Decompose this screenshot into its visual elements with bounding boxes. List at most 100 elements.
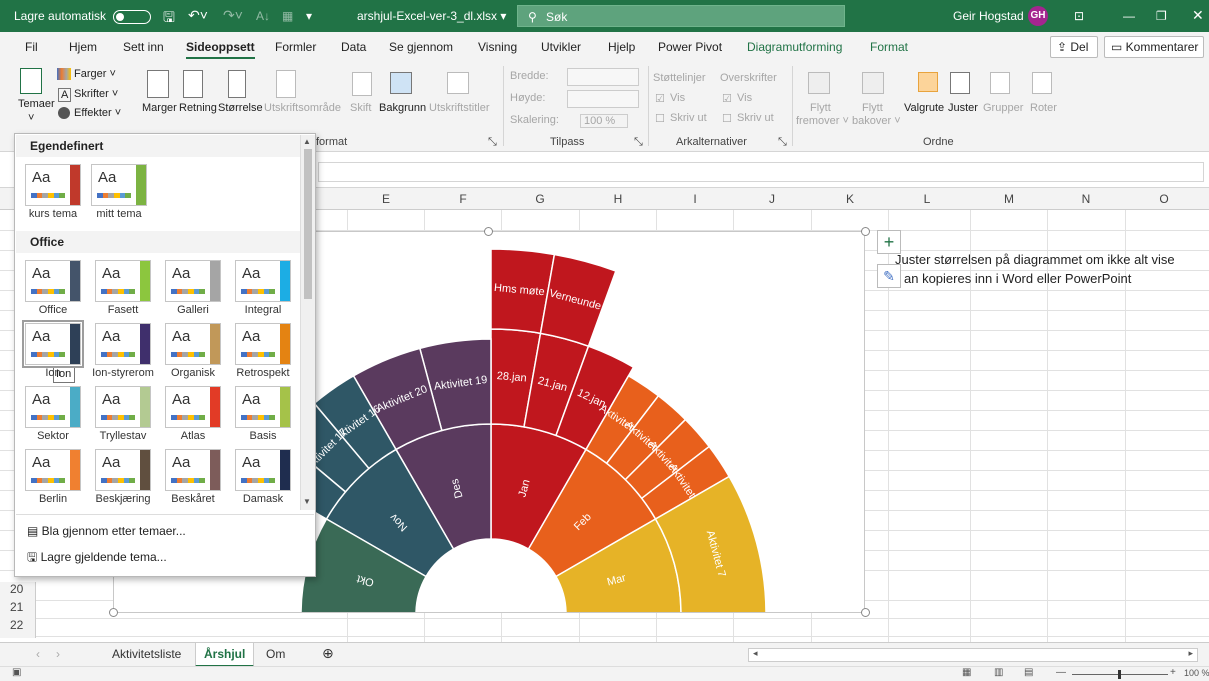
margins-button[interactable]: Marger (142, 102, 177, 114)
autosave-toggle[interactable] (113, 10, 151, 24)
theme-thumbnail[interactable]: Aa (25, 260, 81, 302)
tab-formler[interactable]: Formler (275, 40, 316, 54)
sort-icon[interactable]: A↓ (256, 9, 270, 23)
headings-view-checkbox[interactable]: ☑ (722, 92, 732, 105)
resize-handle[interactable] (861, 608, 870, 617)
width-dropdown[interactable] (567, 68, 639, 86)
tab-power-pivot[interactable]: Power Pivot (658, 40, 722, 54)
background-button[interactable]: Bakgrunn (379, 102, 426, 114)
tab-visning[interactable]: Visning (478, 40, 517, 54)
scroll-up-icon[interactable]: ▲ (303, 137, 311, 146)
column-header[interactable]: N (1076, 192, 1096, 206)
tab-sideoppsett[interactable]: Sideoppsett (186, 40, 255, 59)
theme-thumbnail[interactable]: Aa (165, 323, 221, 365)
sheet-tab[interactable]: Aktivitetsliste (112, 647, 181, 661)
theme-thumbnail[interactable]: Aa (95, 260, 151, 302)
tab-se-gjennom[interactable]: Se gjennom (389, 40, 453, 54)
resize-handle[interactable] (109, 608, 118, 617)
headings-print-checkbox[interactable]: ☐ (722, 112, 732, 125)
search-box[interactable]: ⚲ Søk (517, 5, 845, 27)
selection-pane-button[interactable]: Valgrute (904, 102, 944, 114)
sheet-tab-active[interactable]: Årshjul (195, 643, 255, 667)
tab-utvikler[interactable]: Utvikler (541, 40, 581, 54)
theme-thumbnail[interactable]: Aa (25, 449, 81, 491)
scroll-right-icon[interactable]: ▸ (1188, 648, 1193, 659)
minimize-icon[interactable]: — (1123, 9, 1135, 23)
breaks-button[interactable]: Skift (350, 102, 371, 114)
tab-hjelp[interactable]: Hjelp (608, 40, 635, 54)
add-sheet-icon[interactable]: ⊕ (322, 645, 334, 662)
column-header[interactable]: I (685, 192, 705, 206)
column-header[interactable]: G (530, 192, 550, 206)
gallery-scrollbar[interactable]: ▲ ▼ (300, 135, 315, 510)
row-header[interactable]: 21 (0, 600, 36, 618)
restore-icon[interactable]: ❐ (1156, 9, 1167, 23)
theme-thumbnail[interactable]: Aa (95, 449, 151, 491)
tab-sett-inn[interactable]: Sett inn (123, 40, 164, 54)
effects-button[interactable]: Effekter ˅ (74, 107, 121, 119)
height-dropdown[interactable] (567, 90, 639, 108)
colors-button[interactable]: Farger ˅ (74, 68, 116, 80)
theme-thumbnail[interactable]: Aa (235, 386, 291, 428)
theme-thumbnail[interactable]: Aa (25, 386, 81, 428)
size-button[interactable]: Størrelse (218, 102, 263, 114)
send-backward-dropdown[interactable]: bakover ˅ (852, 115, 901, 127)
theme-thumbnail[interactable]: Aa (165, 386, 221, 428)
theme-thumbnail[interactable]: Aa (95, 323, 151, 365)
themes-button[interactable]: Temaer (18, 98, 55, 110)
gridlines-view-checkbox[interactable]: ☑ (655, 92, 665, 105)
print-titles-button[interactable]: Utskriftstitler (429, 102, 490, 114)
themes-dropdown-icon[interactable]: ˅ (28, 112, 34, 124)
resize-handle[interactable] (484, 227, 493, 236)
next-sheet-icon[interactable]: › (56, 647, 60, 661)
page-setup-launcher-icon[interactable]: ⤡ (488, 136, 497, 149)
tab-diagramutforming[interactable]: Diagramutforming (747, 40, 842, 54)
save-theme-item[interactable]: 🖫 Lagre gjeldende tema... (27, 548, 167, 569)
themes-icon[interactable] (20, 68, 42, 94)
form-icon[interactable]: ▦ (282, 9, 293, 23)
customize-qat-icon[interactable]: ▾ (306, 9, 312, 23)
zoom-out-icon[interactable]: — (1056, 667, 1066, 678)
normal-view-icon[interactable]: ▦ (962, 667, 971, 678)
theme-thumbnail[interactable]: Aa (25, 164, 81, 206)
undo-icon[interactable]: ↶˅ (188, 7, 208, 24)
sheet-tab[interactable]: Om (266, 647, 285, 661)
gridlines-print-checkbox[interactable]: ☐ (655, 112, 665, 125)
scroll-thumb[interactable] (304, 149, 312, 299)
zoom-slider-thumb[interactable] (1118, 670, 1121, 679)
group-button[interactable]: Grupper (983, 102, 1023, 114)
theme-thumbnail[interactable]: Aa (165, 260, 221, 302)
horizontal-scrollbar[interactable]: ◂ ▸ (748, 648, 1198, 662)
column-header[interactable]: M (999, 192, 1019, 206)
bring-forward-button[interactable]: Flytt (810, 102, 831, 114)
page-break-icon[interactable]: ▤ (1024, 667, 1033, 678)
theme-thumbnail[interactable]: Aa (165, 449, 221, 491)
theme-thumbnail[interactable]: Aa (95, 386, 151, 428)
bring-forward-dropdown[interactable]: fremover ˅ (796, 115, 849, 127)
sheet-options-launcher-icon[interactable]: ⤡ (778, 136, 787, 149)
tab-fil[interactable]: Fil (25, 40, 38, 54)
align-button[interactable]: Juster (948, 102, 978, 114)
print-area-button[interactable]: Utskriftsområde (264, 102, 341, 114)
send-backward-button[interactable]: Flytt (862, 102, 883, 114)
chart-styles-brush-icon[interactable]: ✎ (877, 264, 901, 288)
file-name[interactable]: arshjul-Excel-ver-3_dl.xlsx ▾ (357, 9, 506, 23)
tab-format[interactable]: Format (870, 40, 908, 54)
avatar[interactable]: GH (1028, 6, 1048, 26)
column-header[interactable]: L (917, 192, 937, 206)
scale-launcher-icon[interactable]: ⤡ (634, 136, 643, 149)
column-header[interactable]: H (608, 192, 628, 206)
orientation-button[interactable]: Retning (179, 102, 217, 114)
zoom-in-icon[interactable]: + (1170, 667, 1176, 678)
user-name[interactable]: Geir Hogstad (953, 9, 1024, 23)
column-header[interactable]: F (453, 192, 473, 206)
column-header[interactable]: K (840, 192, 860, 206)
formula-input[interactable] (318, 162, 1204, 182)
theme-thumbnail[interactable]: Aa (91, 164, 147, 206)
chart-elements-button[interactable]: + (877, 230, 901, 254)
resize-handle[interactable] (861, 227, 870, 236)
comments-button[interactable]: ▭ Kommentarer (1104, 36, 1204, 58)
save-icon[interactable]: 🖫 (163, 7, 175, 31)
scroll-left-icon[interactable]: ◂ (753, 648, 758, 659)
column-header[interactable]: J (762, 192, 782, 206)
